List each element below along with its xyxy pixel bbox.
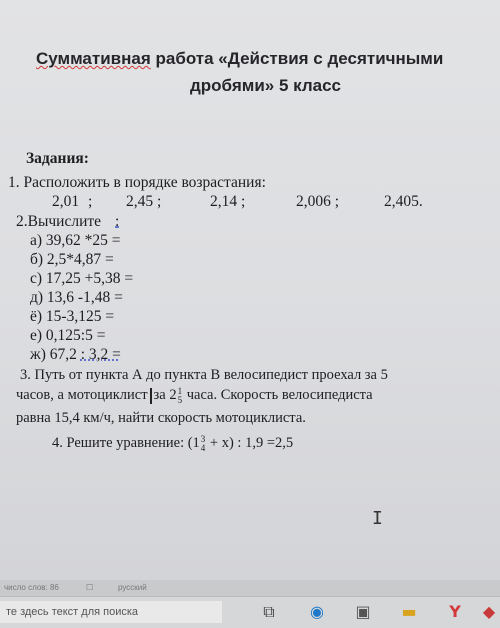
- windows-taskbar: те здесь текст для поиска ⧉ ◉ ▣ ▬ Y ◆: [0, 596, 500, 628]
- task2-item: е) 0,125:5 =: [30, 327, 106, 344]
- task4-text: 4. Решите уравнение: (1 3 4 + x) : 1,9 =2,…: [52, 434, 293, 453]
- task4-fraction: 34: [200, 434, 206, 453]
- task1-text: 1. Расположить в порядке возрастания:: [8, 174, 266, 191]
- task2-item: ё) 15-3,125 =: [30, 308, 115, 325]
- proofing-icon[interactable]: ☐: [86, 580, 93, 596]
- text-caret: [149, 387, 152, 404]
- task2-item-g-left: ж) 67,2: [30, 346, 81, 363]
- fraction-denominator: 5: [177, 394, 183, 405]
- task2-heading: 2.Вычислите:: [16, 213, 119, 231]
- store-icon[interactable]: ▣: [352, 601, 374, 623]
- task2-item: ж) 67,2 : 3,2 =: [30, 346, 121, 364]
- mouse-ibeam-cursor: I: [372, 508, 383, 529]
- task3-line3: равна 15,4 км/ч, найти скорость мотоцикл…: [16, 410, 306, 426]
- task1-separator: ;: [88, 193, 93, 210]
- task2-item: с) 17,25 +5,38 =: [30, 270, 134, 287]
- task1-number: 2,45 ;: [126, 193, 162, 210]
- document-page[interactable]: Суммативная работа «Действия с десятичны…: [0, 0, 500, 580]
- task3-line2-b: за 2: [153, 387, 177, 403]
- yandex-browser-icon[interactable]: Y: [444, 601, 466, 623]
- title-rest: работа «Действия с десятичными: [150, 49, 444, 68]
- task2-item-g-right: : 3,2 =: [80, 346, 121, 363]
- document-title-line2: дробями» 5 класс: [190, 76, 342, 95]
- word-statusbar: число слов: 86 ☐ русский: [0, 580, 500, 596]
- task2-item: а) 39,62 *25 =: [30, 232, 121, 249]
- task3-line2: часов, а мотоциклист за 215 часа. Скорост…: [16, 386, 373, 405]
- app-icon[interactable]: ◆: [478, 601, 500, 623]
- task2-item: д) 13,6 -1,48 =: [30, 289, 123, 306]
- task-view-icon[interactable]: ⧉: [258, 601, 280, 623]
- task4-text-b: + x) : 1,9 =2,5: [206, 435, 294, 451]
- file-explorer-icon[interactable]: ▬: [398, 601, 420, 623]
- tasks-heading: Задания:: [26, 150, 89, 167]
- word-count[interactable]: число слов: 86: [4, 580, 59, 596]
- edge-browser-icon[interactable]: ◉: [306, 601, 328, 623]
- task2-item: б) 2,5*4,87 =: [30, 251, 114, 268]
- language-indicator[interactable]: русский: [118, 580, 147, 596]
- task2-heading-colon: :: [115, 213, 120, 230]
- task4-text-a: 4. Решите уравнение: (1: [52, 435, 200, 451]
- task3-line2-a: часов, а мотоциклист: [16, 387, 148, 403]
- document-title-line1: Суммативная работа «Действия с десятичны…: [36, 48, 500, 70]
- task1-number: 2,405.: [384, 193, 423, 210]
- title-word-misspelled: Суммативная: [36, 49, 151, 68]
- task1-number: 2,006 ;: [296, 193, 340, 210]
- task2-heading-text: 2.Вычислите: [16, 213, 102, 230]
- task1-number: 2,01: [52, 193, 80, 210]
- task1-number: 2,14 ;: [210, 193, 246, 210]
- taskbar-search-box[interactable]: те здесь текст для поиска: [0, 601, 222, 623]
- task3-line2-c: часа. Скорость велосипедиста: [183, 387, 373, 403]
- fraction-denominator: 4: [200, 442, 206, 453]
- task3-line1: 3. Путь от пункта А до пункта В велосипе…: [20, 367, 388, 383]
- task3-fraction: 15: [177, 386, 183, 405]
